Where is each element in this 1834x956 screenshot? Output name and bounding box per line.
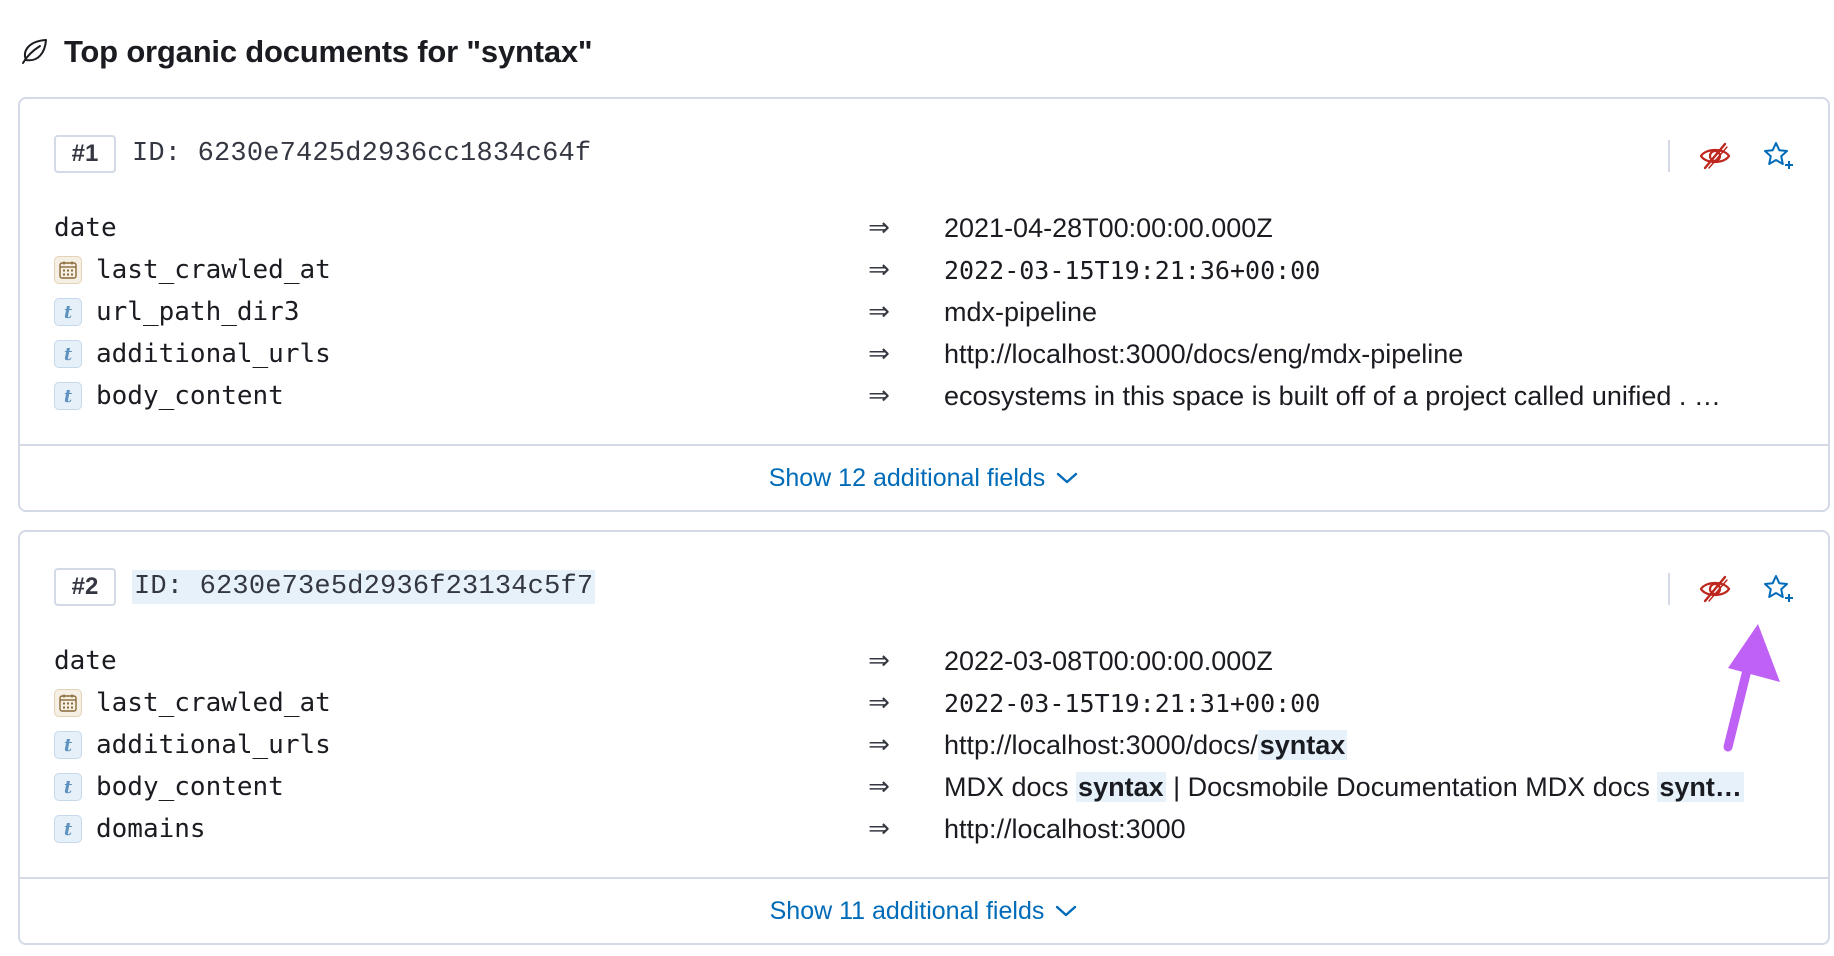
text-type-icon: t (54, 815, 82, 843)
field-name-label: body_content (96, 772, 284, 802)
field-arrow: ⇒ (868, 255, 890, 285)
field-value: 2022-03-08T00:00:00.000Z (944, 645, 1273, 676)
field-value: mdx-pipeline (944, 296, 1098, 327)
field-row: last_crawled_at ⇒ 2022-03-15T19:21:36+00… (54, 249, 1814, 291)
show-additional-fields-button[interactable]: Show 12 additional fields (769, 464, 1080, 493)
chevron-down-icon (1057, 472, 1078, 484)
field-name-label: domains (96, 814, 206, 844)
chevron-down-icon (1056, 905, 1077, 917)
field-name: t additional_urls (54, 339, 844, 369)
field-value: MDX docs syntax | Docsmobile Documentati… (944, 771, 1804, 803)
field-row: last_crawled_at ⇒ 2022-03-15T19:21:31+00… (54, 682, 1814, 724)
field-row: t additional_urls ⇒ http://localhost:300… (54, 333, 1814, 375)
field-value: http://localhost:3000/docs/eng/mdx-pipel… (944, 338, 1464, 369)
field-row: date ⇒ 2022-03-08T00:00:00.000Z (54, 640, 1814, 682)
field-name-label: additional_urls (96, 730, 331, 760)
text-type-icon: t (54, 773, 82, 801)
field-name: date (54, 213, 844, 243)
field-arrow: ⇒ (868, 213, 890, 243)
field-arrow: ⇒ (868, 688, 890, 718)
panel-title: Top organic documents for "syntax" (18, 34, 593, 70)
card-footer: Show 12 additional fields (20, 444, 1828, 510)
hide-result-button[interactable] (1696, 137, 1734, 175)
field-arrow: ⇒ (868, 381, 890, 411)
field-arrow: ⇒ (868, 730, 890, 760)
field-arrow: ⇒ (868, 772, 890, 802)
field-name-label: last_crawled_at (96, 255, 331, 285)
field-name-label: date (54, 646, 117, 676)
search-highlight: synt… (1657, 771, 1744, 802)
text-type-icon: t (54, 298, 82, 326)
field-row: t body_content ⇒ ecosystems in this spac… (54, 375, 1814, 417)
field-arrow: ⇒ (868, 814, 890, 844)
show-additional-fields-label: Show 12 additional fields (768, 463, 1046, 492)
value-text: MDX docs (944, 771, 1077, 802)
field-row: date ⇒ 2021-04-28T00:00:00.000Z (54, 207, 1814, 249)
panel-title-text: Top organic documents for "syntax" (64, 34, 593, 69)
field-name: t body_content (54, 381, 844, 411)
calendar-icon (54, 256, 82, 284)
text-type-icon: t (54, 382, 82, 410)
leaf-icon (18, 36, 50, 68)
pin-result-button[interactable] (1760, 137, 1798, 175)
rank-badge: #1 (54, 135, 116, 173)
actions-divider (1668, 140, 1670, 172)
show-additional-fields-label: Show 11 additional fields (769, 896, 1045, 925)
field-arrow: ⇒ (868, 646, 890, 676)
field-list: date ⇒ 2022-03-08T00:00:00.000Z last_cra… (54, 640, 1814, 850)
search-ui-page: Top organic documents for "syntax" #1 ID… (0, 0, 1834, 956)
pin-result-button[interactable] (1760, 570, 1798, 608)
show-additional-fields-button[interactable]: Show 11 additional fields (770, 897, 1079, 926)
field-name: t domains (54, 814, 844, 844)
field-value: ecosystems in this space is built off of… (944, 380, 1721, 411)
field-arrow: ⇒ (868, 297, 890, 327)
field-value: 2022-03-15T19:21:31+00:00 (944, 688, 1321, 718)
search-highlight: syntax (1257, 729, 1348, 760)
result-actions (1668, 570, 1798, 608)
field-name: date (54, 646, 844, 676)
star-plus-icon (1764, 575, 1793, 602)
field-row: t domains ⇒ http://localhost:3000 (54, 808, 1814, 850)
field-row: t additional_urls ⇒ http://localhost:300… (54, 724, 1814, 766)
field-row: t body_content ⇒ MDX docs syntax | Docsm… (54, 766, 1814, 808)
search-highlight: syntax (1076, 771, 1166, 802)
result-actions (1668, 137, 1798, 175)
field-name: last_crawled_at (54, 688, 844, 718)
calendar-icon (54, 689, 82, 717)
field-value: http://localhost:3000/docs/syntax (944, 729, 1804, 761)
field-value: 2021-04-28T00:00:00.000Z (944, 212, 1273, 243)
result-card: #2 ID: 6230e73e5d2936f23134c5f7 date ⇒ 2… (18, 530, 1830, 945)
result-header: #1 ID: 6230e7425d2936cc1834c64f (54, 135, 591, 173)
field-name-label: body_content (96, 381, 284, 411)
eye-slash-icon (1699, 142, 1731, 170)
star-plus-icon (1764, 142, 1793, 169)
field-name: t body_content (54, 772, 844, 802)
value-text: | Docsmobile Documentation MDX docs (1165, 771, 1658, 802)
actions-divider (1668, 573, 1670, 605)
document-id: ID: 6230e7425d2936cc1834c64f (132, 139, 592, 169)
field-row: t url_path_dir3 ⇒ mdx-pipeline (54, 291, 1814, 333)
hide-result-button[interactable] (1696, 570, 1734, 608)
field-value: http://localhost:3000 (944, 813, 1186, 844)
eye-slash-icon (1699, 575, 1731, 603)
field-list: date ⇒ 2021-04-28T00:00:00.000Z last_cra… (54, 207, 1814, 417)
field-name-label: date (54, 213, 117, 243)
field-name-label: last_crawled_at (96, 688, 331, 718)
result-card: #1 ID: 6230e7425d2936cc1834c64f date ⇒ 2… (18, 97, 1830, 512)
field-name: last_crawled_at (54, 255, 844, 285)
field-name: t url_path_dir3 (54, 297, 844, 327)
document-id: ID: 6230e73e5d2936f23134c5f7 (132, 570, 596, 604)
field-arrow: ⇒ (868, 339, 890, 369)
value-text: http://localhost:3000/docs/ (944, 729, 1258, 760)
result-header: #2 ID: 6230e73e5d2936f23134c5f7 (54, 568, 596, 606)
text-type-icon: t (54, 340, 82, 368)
field-value: 2022-03-15T19:21:36+00:00 (944, 255, 1321, 285)
field-name-label: url_path_dir3 (96, 297, 300, 327)
field-name: t additional_urls (54, 730, 844, 760)
rank-badge: #2 (54, 568, 116, 606)
text-type-icon: t (54, 731, 82, 759)
field-name-label: additional_urls (96, 339, 331, 369)
card-footer: Show 11 additional fields (20, 877, 1828, 943)
